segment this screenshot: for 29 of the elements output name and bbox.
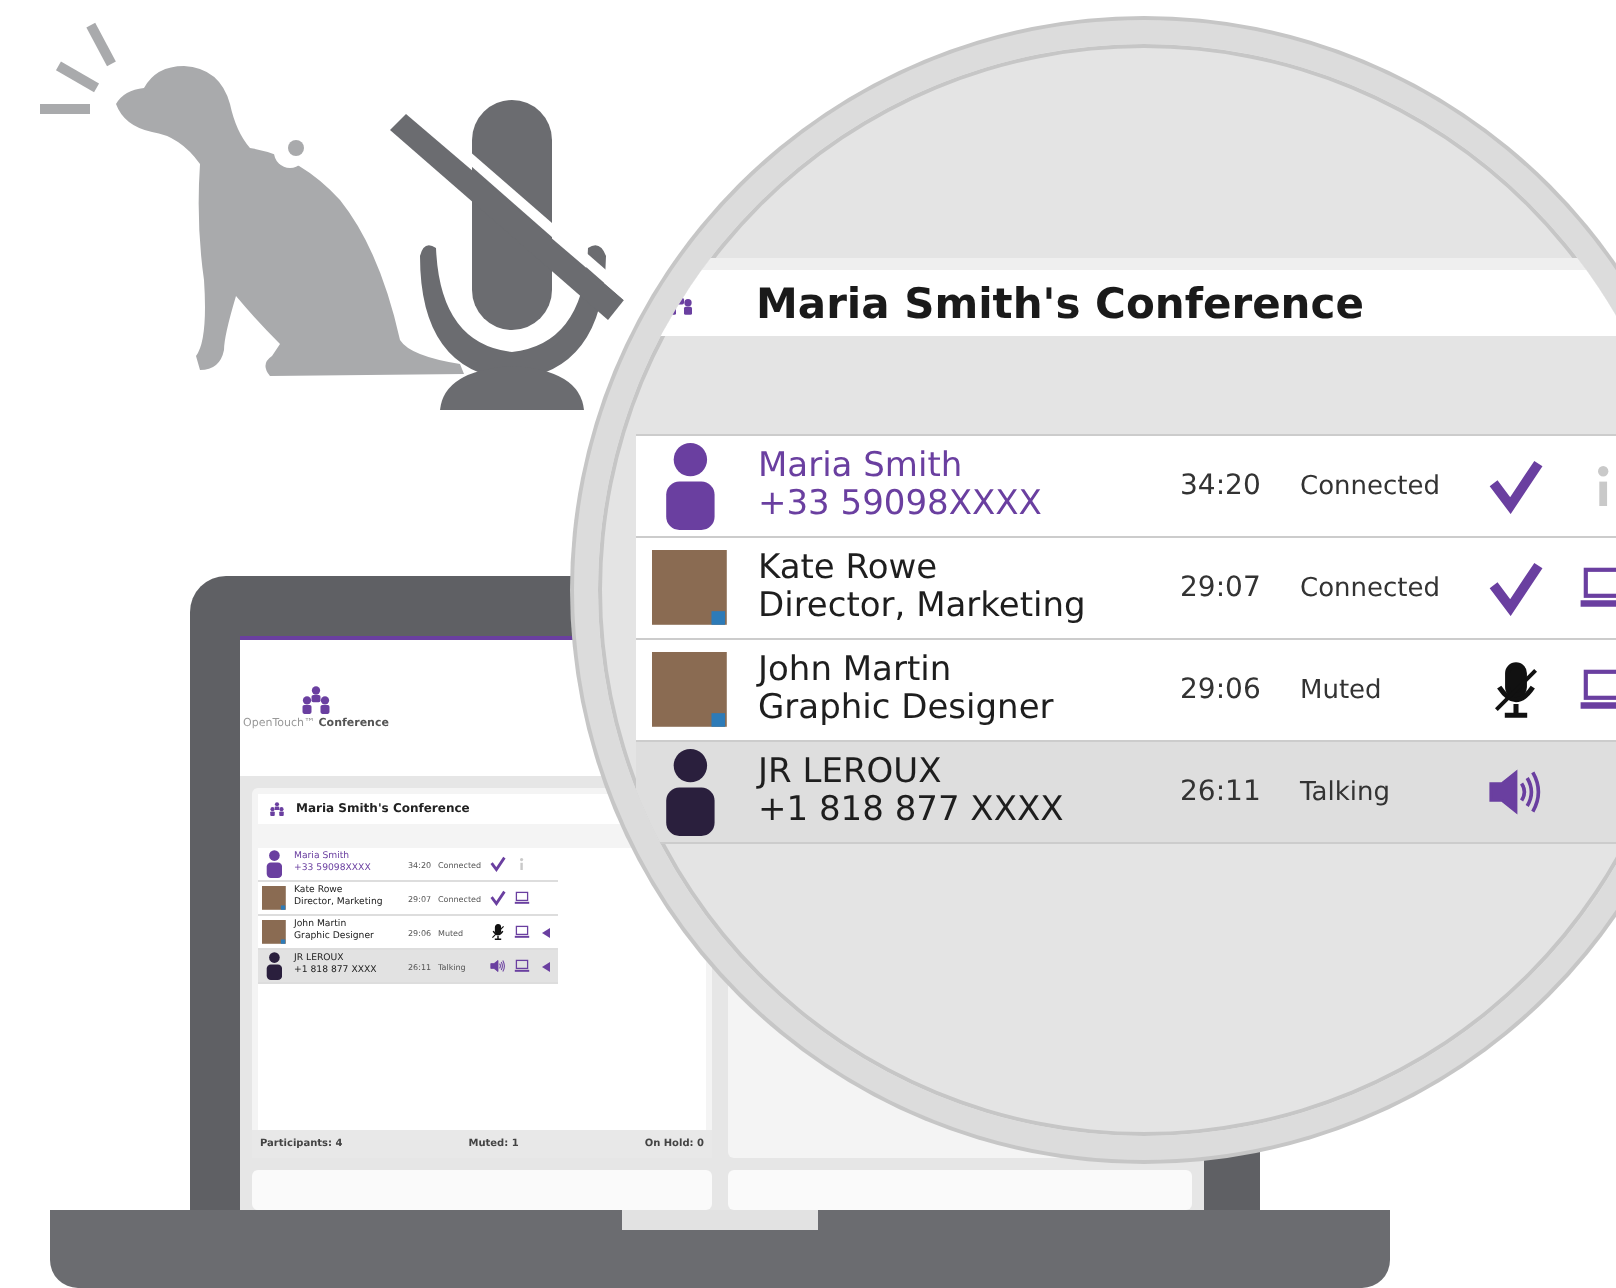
participant-row[interactable]: John Martin Graphic Designer 29:06 Muted	[636, 640, 1616, 742]
call-duration: 34:20	[1180, 470, 1263, 502]
participant-status: Connected	[1300, 573, 1443, 603]
participant-row[interactable]: Kate Rowe Director, Marketing 29:07 Connected	[636, 538, 1616, 640]
participant-name: John Martin	[758, 652, 954, 690]
call-duration: 29:07	[1180, 572, 1263, 604]
participant-row[interactable]: JR LEROUX +1 818 877 XXXX 26:11 Talking	[636, 742, 1616, 844]
conference-title: Maria Smith's Conference	[756, 279, 1364, 327]
participant-detail: Graphic Designer	[758, 690, 1056, 728]
caret-icon[interactable]	[542, 961, 550, 972]
photo-placeholder	[262, 920, 286, 945]
participant-name: JR LEROUX	[758, 754, 944, 792]
photo-placeholder	[652, 550, 728, 626]
group-icon	[298, 685, 334, 715]
call-duration: 26:11	[1180, 776, 1263, 808]
participant-detail: +1 818 877 XXXX	[758, 792, 1066, 830]
caret-icon[interactable]	[542, 927, 550, 938]
participant-status: Connected	[1300, 471, 1443, 501]
photo-placeholder	[652, 652, 728, 728]
photo-placeholder	[262, 886, 286, 911]
call-duration: 29:06	[1180, 674, 1263, 706]
participant-status: Talking	[1300, 777, 1392, 807]
participant-status: Muted	[1300, 675, 1384, 705]
participant-row[interactable]: Maria Smith +33 59098XXXX 34:20 Connected	[636, 436, 1616, 538]
participant-name: Maria Smith	[758, 448, 965, 486]
group-icon	[268, 802, 286, 817]
participant-detail: Director, Marketing	[758, 588, 1088, 626]
participant-name: Kate Rowe	[758, 550, 940, 588]
participant-detail: +33 59098XXXX	[758, 486, 1044, 524]
